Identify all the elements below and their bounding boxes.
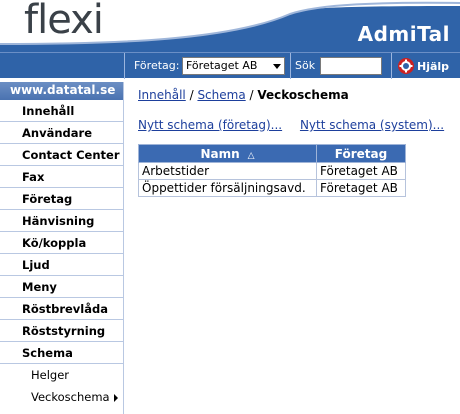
chevron-right-icon: [114, 394, 118, 402]
sidebar-subitem-helger[interactable]: Helger: [0, 364, 123, 386]
table-row[interactable]: Öppettider försäljningsavd. Företaget AB: [138, 179, 406, 197]
column-header-foretag[interactable]: Företag: [316, 144, 406, 163]
help-button[interactable]: Hjälp: [398, 56, 449, 76]
company-select-value: Företaget AB: [186, 59, 258, 72]
table-row[interactable]: Arbetstider Företaget AB: [138, 162, 406, 180]
sidebar-border: [123, 82, 124, 414]
sidebar: www.datatal.se Innehåll Användare Contac…: [0, 82, 123, 414]
app-header: flexi AdmiTal: [0, 0, 460, 52]
sidebar-item-schema[interactable]: Schema: [0, 342, 123, 364]
toolbar-divider: [290, 53, 291, 79]
toolbar-divider: [391, 53, 392, 79]
company-label: Företag:: [134, 59, 180, 72]
sidebar-item-fax[interactable]: Fax: [0, 166, 123, 188]
sidebar-item-rostbrevlada[interactable]: Röstbrevlåda: [0, 298, 123, 320]
company-select[interactable]: Företaget AB: [182, 57, 285, 75]
sidebar-item-hanvisning[interactable]: Hänvisning: [0, 210, 123, 232]
breadcrumb: Innehåll / Schema / Veckoschema: [138, 88, 349, 102]
app-title: AdmiTal: [357, 22, 450, 46]
sidebar-item-contact-center[interactable]: Contact Center: [0, 144, 123, 166]
breadcrumb-link-schema[interactable]: Schema: [197, 88, 245, 102]
table-cell-company: Företaget AB: [316, 179, 406, 197]
sidebar-item-foretag[interactable]: Företag: [0, 188, 123, 210]
help-label: Hjälp: [417, 59, 450, 73]
sidebar-subitem-veckoschema[interactable]: Veckoschema: [0, 386, 123, 408]
sort-ascending-icon: △: [247, 150, 255, 161]
breadcrumb-link-innehall[interactable]: Innehåll: [138, 88, 186, 102]
flexi-logo: flexi: [24, 0, 104, 43]
lifebuoy-icon: [398, 58, 414, 74]
breadcrumb-current: Veckoschema: [257, 88, 349, 102]
sidebar-item-meny[interactable]: Meny: [0, 276, 123, 298]
sidebar-item-ljud[interactable]: Ljud: [0, 254, 123, 276]
sidebar-header: www.datatal.se: [0, 82, 123, 100]
schedule-table: Namn △ Företag Arbetstider Företaget AB Ö…: [138, 144, 406, 197]
new-system-schedule-link[interactable]: Nytt schema (system)...: [300, 118, 444, 132]
top-toolbar: Företag: Företaget AB Sök Hjälp: [0, 52, 460, 79]
new-company-schedule-link[interactable]: Nytt schema (företag)...: [138, 118, 282, 132]
chevron-down-icon: [273, 64, 281, 69]
table-cell-company: Företaget AB: [316, 162, 406, 180]
column-header-namn[interactable]: Namn △: [138, 144, 317, 163]
action-links: Nytt schema (företag)... Nytt schema (sy…: [138, 118, 458, 132]
sidebar-item-ko-koppla[interactable]: Kö/koppla: [0, 232, 123, 254]
sidebar-item-roststyrning[interactable]: Röststyrning: [0, 320, 123, 342]
toolbar-divider: [124, 53, 125, 79]
table-header-row: Namn △ Företag: [138, 144, 406, 163]
sidebar-item-innehall[interactable]: Innehåll: [0, 100, 123, 122]
search-label: Sök: [295, 59, 316, 72]
search-input[interactable]: [320, 57, 382, 75]
breadcrumb-separator: /: [185, 88, 198, 102]
breadcrumb-separator: /: [245, 88, 258, 102]
table-cell-name: Öppettider försäljningsavd.: [138, 179, 317, 197]
table-cell-name: Arbetstider: [138, 162, 317, 180]
sidebar-item-anvandare[interactable]: Användare: [0, 122, 123, 144]
